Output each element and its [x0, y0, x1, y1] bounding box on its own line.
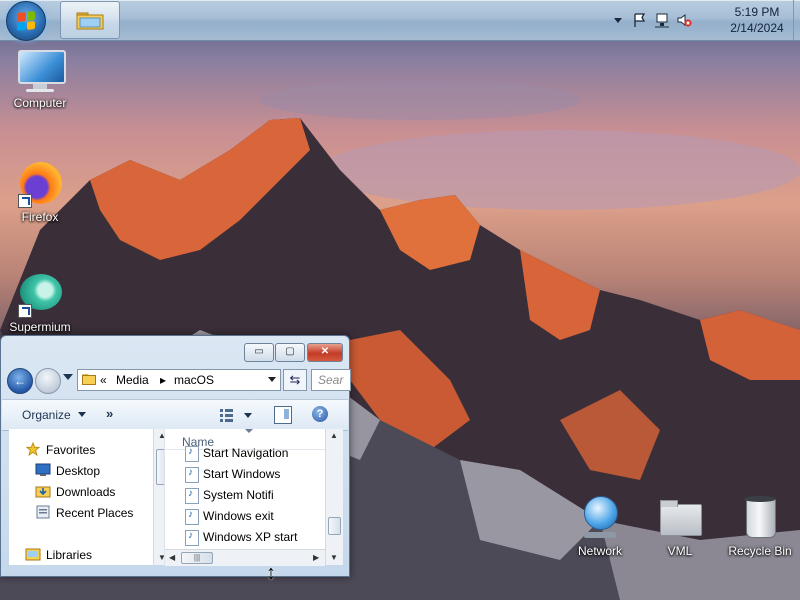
close-icon: ✕: [320, 346, 330, 357]
audio-file-icon: [185, 467, 199, 483]
chevron-down-icon: [78, 412, 87, 417]
minimize-icon: ▭: [254, 346, 264, 357]
shortcut-arrow-icon: [18, 194, 32, 208]
desktop-icon: [35, 463, 51, 476]
shortcut-arrow-icon: [18, 304, 32, 318]
desktop-icon-label: Recycle Bin: [728, 544, 792, 558]
sort-chevron-icon: [245, 429, 253, 433]
desktop-icon-network[interactable]: Network: [562, 494, 638, 558]
change-view-button[interactable]: [220, 408, 256, 422]
nav-item-label: Recent Places: [56, 506, 134, 520]
scroll-thumb[interactable]: [328, 517, 341, 535]
address-segment-macos[interactable]: macOS: [174, 373, 214, 387]
recent-pages-dropdown[interactable]: [63, 374, 73, 380]
back-button[interactable]: ←: [7, 368, 33, 394]
monitor-icon: [16, 46, 66, 94]
scroll-left-arrow[interactable]: ◀: [169, 553, 175, 562]
downloads-folder-icon: [35, 486, 51, 498]
preview-pane-button[interactable]: [274, 406, 292, 424]
nav-item-label: Favorites: [46, 443, 96, 457]
address-bar[interactable]: « Media ▸ macOS: [77, 369, 281, 391]
address-overflow-chevron[interactable]: «: [100, 373, 107, 387]
nav-item-label: Downloads: [56, 485, 116, 499]
navigation-bar: ← « Media ▸ macOS ⇆ Sear: [5, 366, 351, 394]
clock-time: 5:19 PM: [734, 5, 780, 19]
close-button[interactable]: ✕: [307, 343, 343, 362]
volume-muted-icon[interactable]: [676, 12, 692, 28]
clock[interactable]: 5:19 PM 2/14/2024: [722, 4, 792, 36]
file-name: Start Navigation: [203, 446, 289, 460]
more-commands-button[interactable]: »: [106, 406, 113, 421]
maximize-icon: ▢: [285, 346, 295, 357]
chevron-up-icon[interactable]: [610, 12, 626, 28]
maximize-button[interactable]: ▢: [275, 343, 305, 362]
scroll-thumb[interactable]: |||: [181, 552, 213, 564]
clock-date: 2/14/2024: [730, 21, 784, 35]
explorer-window: ▭ ▢ ✕ ← « Media ▸ macOS ⇆ Sear Organize …: [0, 335, 351, 577]
audio-file-icon: [185, 530, 199, 546]
file-list-vertical-scrollbar[interactable]: ▲ ▼: [325, 429, 343, 565]
file-list: Name Start Navigation Start Windows Syst…: [164, 429, 343, 566]
desktop-icon-supermium[interactable]: Supermium: [2, 270, 78, 334]
show-desktop-button[interactable]: [793, 0, 800, 40]
command-bar: Organize » ?: [2, 399, 348, 431]
system-tray: 5:19 PM 2/14/2024: [610, 0, 800, 40]
folder-icon: [82, 374, 96, 385]
address-segment-media[interactable]: Media: [116, 373, 149, 387]
star-icon: [25, 442, 41, 456]
desktop-icon-computer[interactable]: Computer: [2, 46, 78, 110]
nav-item-label: Libraries: [46, 548, 93, 562]
desktop-icon-label: Computer: [13, 96, 67, 110]
preview-pane-icon: [284, 409, 289, 419]
firefox-icon: [16, 160, 64, 208]
globe-icon: [576, 494, 624, 542]
flag-icon[interactable]: [632, 12, 648, 28]
file-list-horizontal-scrollbar[interactable]: ◀ ||| ▶: [165, 549, 325, 566]
arrow-left-icon: ←: [14, 374, 26, 388]
audio-file-icon: [185, 488, 199, 504]
desktop-icon-label: VML: [667, 544, 693, 558]
minimize-button[interactable]: ▭: [244, 343, 274, 362]
file-name: Start Windows: [203, 467, 281, 481]
folder-icon: [76, 12, 104, 30]
chevron-down-icon[interactable]: [268, 377, 276, 382]
navigation-pane: Favorites Desktop Downloads Recent Place…: [9, 429, 170, 565]
desktop-icon-label: Firefox: [21, 210, 59, 224]
taskbar: 5:19 PM 2/14/2024: [0, 0, 800, 41]
view-list-icon: [220, 409, 252, 422]
file-name: System Notifi: [203, 488, 274, 502]
refresh-icon: ⇆: [289, 372, 301, 387]
desktop-icon-recycle-bin[interactable]: Recycle Bin: [722, 494, 798, 558]
file-name: Windows exit: [203, 509, 274, 523]
scroll-up-arrow[interactable]: ▲: [330, 431, 338, 440]
forward-button[interactable]: [35, 368, 61, 394]
desktop-icon-firefox[interactable]: Firefox: [2, 160, 78, 224]
network-icon[interactable]: [654, 12, 670, 28]
file-name: Windows XP start: [203, 530, 298, 544]
nav-item-label: Desktop: [56, 464, 101, 478]
scroll-down-arrow[interactable]: ▼: [330, 553, 338, 562]
desktop-icon-label: Network: [577, 544, 622, 558]
organize-label: Organize: [22, 408, 71, 422]
organize-menu[interactable]: Organize: [22, 408, 87, 422]
supermium-icon: [16, 270, 64, 318]
help-button[interactable]: ?: [312, 406, 328, 422]
windows-logo-icon: [17, 11, 35, 31]
start-button[interactable]: [6, 1, 46, 41]
audio-file-icon: [185, 446, 199, 462]
recent-places-icon: [36, 505, 50, 519]
audio-file-icon: [185, 509, 199, 525]
refresh-button[interactable]: ⇆: [283, 369, 307, 391]
address-separator[interactable]: ▸: [160, 373, 166, 387]
libraries-icon: [25, 548, 41, 561]
scroll-right-arrow[interactable]: ▶: [313, 553, 319, 562]
resize-cursor-icon: ↕: [266, 562, 276, 584]
desktop-icon-label: Supermium: [9, 320, 71, 334]
desktop-icon-vml[interactable]: VML: [642, 494, 718, 558]
recycle-bin-icon: [736, 494, 784, 542]
search-input[interactable]: Sear: [311, 369, 351, 391]
folder-icon: [656, 494, 704, 542]
taskbar-explorer-button[interactable]: [60, 1, 120, 39]
help-icon: ?: [316, 408, 324, 420]
